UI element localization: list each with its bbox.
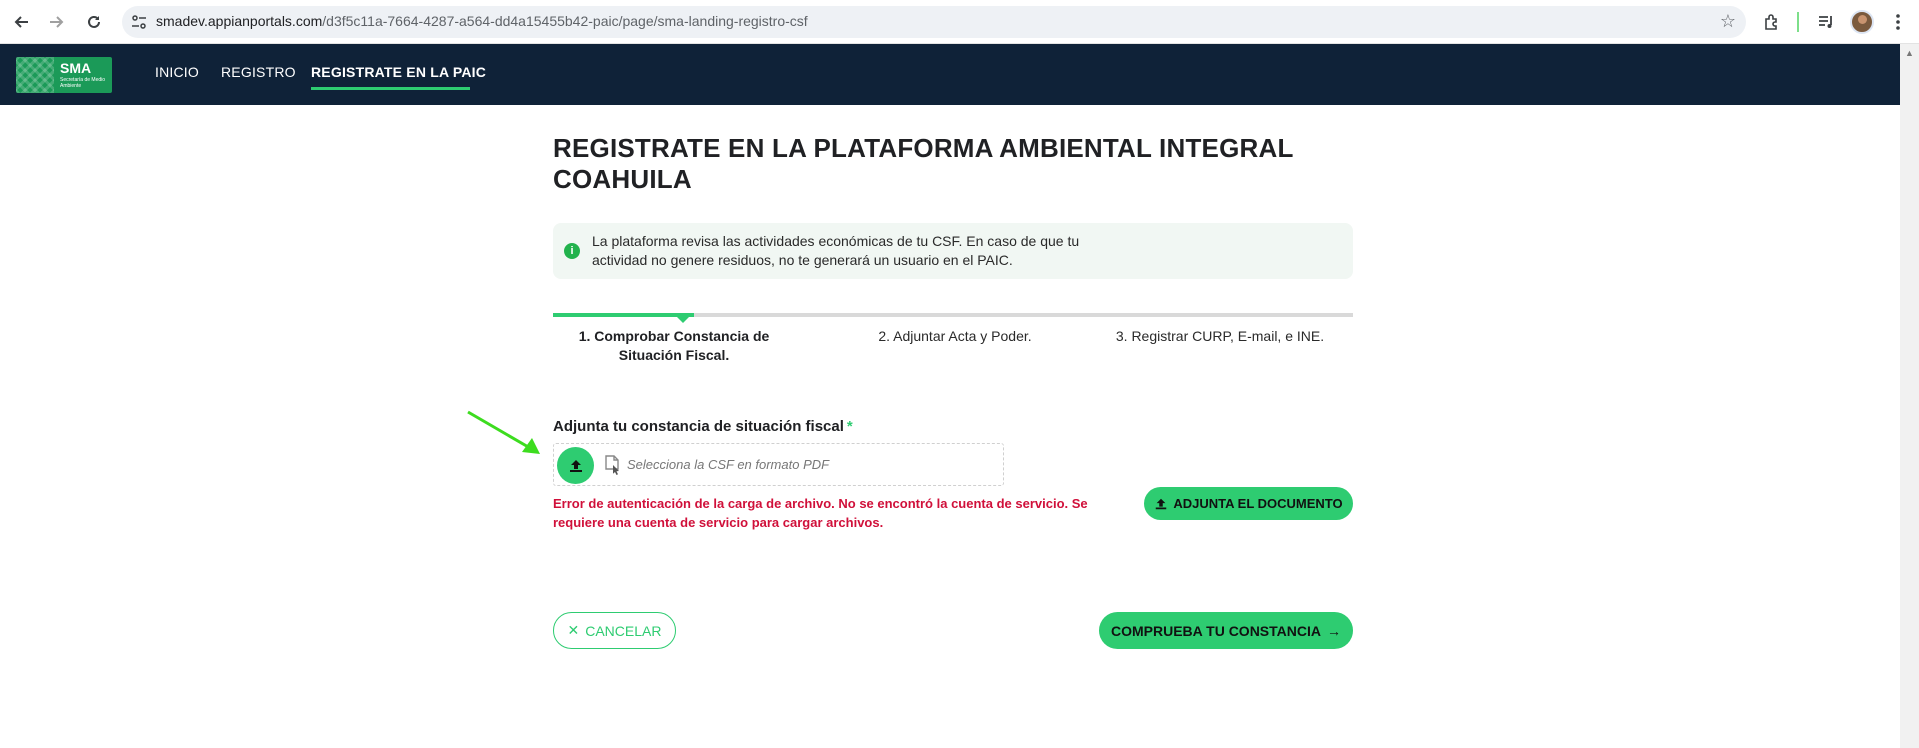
progress-fill	[553, 313, 694, 317]
info-text: La plataforma revisa las actividades eco…	[592, 233, 1080, 268]
csf-upload-field[interactable]: Selecciona la CSF en formato PDF	[553, 443, 1004, 486]
csf-field-label-text: Adjunta tu constancia de situación fisca…	[553, 418, 844, 435]
reload-icon[interactable]	[80, 8, 108, 36]
profile-avatar[interactable]	[1850, 10, 1874, 34]
logo-pattern	[16, 57, 54, 93]
upload-error-message: Error de autenticación de la carga de ar…	[553, 496, 1088, 530]
media-control-icon[interactable]	[1814, 10, 1838, 34]
required-marker: *	[846, 418, 853, 435]
upload-button[interactable]	[557, 447, 594, 484]
page-scrollbar[interactable]	[1900, 44, 1919, 748]
upload-placeholder: Selecciona la CSF en formato PDF	[627, 457, 830, 472]
step-3: 3. Registrar CURP, E-mail, e INE.	[1115, 328, 1325, 344]
info-icon: i	[564, 243, 580, 259]
step-2: 2. Adjuntar Acta y Poder.	[878, 328, 1032, 344]
scroll-up-icon[interactable]: ▲	[1905, 48, 1914, 58]
star-icon[interactable]: ☆	[1720, 11, 1736, 32]
attach-document-button[interactable]: ADJUNTA EL DOCUMENTO	[1144, 487, 1353, 520]
more-vert-icon[interactable]	[1886, 10, 1910, 34]
annotation-arrow-icon	[467, 410, 540, 454]
nav-registrate-paic[interactable]: REGISTRATE EN LA PAIC	[311, 64, 486, 80]
url-text: smadev.appianportals.com/d3f5c11a-7664-4…	[156, 13, 808, 29]
file-icon	[605, 455, 619, 475]
attach-document-label: ADJUNTA EL DOCUMENTO	[1173, 496, 1343, 511]
cancel-button[interactable]: ✕ CANCELAR	[553, 612, 676, 649]
csf-field-label: Adjunta tu constancia de situación fisca…	[553, 418, 853, 435]
toolbar-divider	[1797, 12, 1799, 32]
logo-title: SMA	[60, 60, 92, 76]
puzzle-icon[interactable]	[1760, 10, 1784, 34]
upload-icon	[569, 459, 582, 472]
logo-subtitle: Secretaría de Medio Ambiente	[60, 77, 106, 89]
check-certificate-button[interactable]: COMPRUEBA TU CONSTANCIA →	[1099, 612, 1353, 649]
cancel-label: CANCELAR	[585, 622, 662, 639]
back-arrow-icon[interactable]	[8, 8, 36, 36]
check-certificate-label: COMPRUEBA TU CONSTANCIA	[1111, 622, 1321, 639]
step-1: 1. Comprobar Constancia de Situación Fis…	[578, 328, 770, 363]
current-step-caret	[676, 316, 690, 323]
browser-toolbar: smadev.appianportals.com/d3f5c11a-7664-4…	[0, 0, 1919, 44]
upload-icon	[1156, 498, 1167, 509]
tune-icon[interactable]	[130, 13, 148, 31]
sma-logo[interactable]: SMA Secretaría de Medio Ambiente	[16, 57, 112, 93]
info-message: i La plataforma revisa las actividades e…	[553, 223, 1353, 279]
arrow-right-icon: →	[1327, 622, 1341, 639]
forward-arrow-icon[interactable]	[42, 8, 70, 36]
page-title: REGISTRATE EN LA PLATAFORMA AMBIENTAL IN…	[553, 133, 1294, 194]
active-nav-underline	[311, 87, 470, 90]
nav-inicio[interactable]: INICIO	[155, 64, 199, 80]
nav-registro[interactable]: REGISTRO	[221, 64, 296, 80]
address-bar[interactable]: smadev.appianportals.com/d3f5c11a-7664-4…	[122, 6, 1746, 38]
app-header: SMA Secretaría de Medio Ambiente INICIO …	[0, 44, 1900, 105]
close-icon: ✕	[567, 622, 580, 638]
